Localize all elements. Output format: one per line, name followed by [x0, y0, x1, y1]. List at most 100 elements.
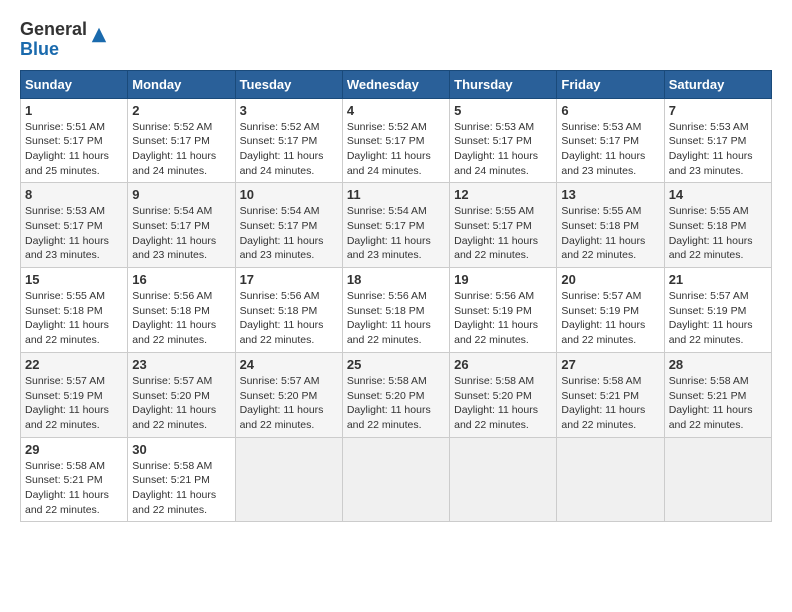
- day-number: 20: [561, 272, 659, 287]
- day-number: 27: [561, 357, 659, 372]
- calendar-cell: [342, 437, 449, 522]
- day-number: 3: [240, 103, 338, 118]
- calendar-header-row: SundayMondayTuesdayWednesdayThursdayFrid…: [21, 70, 772, 98]
- day-detail: Sunrise: 5:54 AMSunset: 5:17 PMDaylight:…: [240, 204, 338, 263]
- day-detail: Sunrise: 5:58 AMSunset: 5:21 PMDaylight:…: [669, 374, 767, 433]
- day-number: 26: [454, 357, 552, 372]
- day-number: 13: [561, 187, 659, 202]
- day-detail: Sunrise: 5:58 AMSunset: 5:20 PMDaylight:…: [347, 374, 445, 433]
- day-detail: Sunrise: 5:51 AMSunset: 5:17 PMDaylight:…: [25, 120, 123, 179]
- day-number: 18: [347, 272, 445, 287]
- day-number: 22: [25, 357, 123, 372]
- day-number: 17: [240, 272, 338, 287]
- calendar-cell: 19 Sunrise: 5:56 AMSunset: 5:19 PMDayligh…: [450, 268, 557, 353]
- calendar-cell: 18 Sunrise: 5:56 AMSunset: 5:18 PMDayligh…: [342, 268, 449, 353]
- day-detail: Sunrise: 5:53 AMSunset: 5:17 PMDaylight:…: [454, 120, 552, 179]
- calendar-cell: 28 Sunrise: 5:58 AMSunset: 5:21 PMDayligh…: [664, 352, 771, 437]
- day-detail: Sunrise: 5:58 AMSunset: 5:21 PMDaylight:…: [561, 374, 659, 433]
- calendar-cell: 16Sunrise: 5:56 AMSunset: 5:18 PMDayligh…: [128, 268, 235, 353]
- day-number: 25: [347, 357, 445, 372]
- header-cell-sunday: Sunday: [21, 70, 128, 98]
- header-cell-monday: Monday: [128, 70, 235, 98]
- day-detail: Sunrise: 5:57 AMSunset: 5:20 PMDaylight:…: [132, 374, 230, 433]
- day-detail: Sunrise: 5:55 AMSunset: 5:17 PMDaylight:…: [454, 204, 552, 263]
- header-cell-friday: Friday: [557, 70, 664, 98]
- logo-general-text: General: [20, 19, 87, 39]
- calendar-week-2: 8 Sunrise: 5:53 AMSunset: 5:17 PMDaylight…: [21, 183, 772, 268]
- day-detail: Sunrise: 5:52 AMSunset: 5:17 PMDaylight:…: [347, 120, 445, 179]
- logo: General Blue: [20, 20, 108, 60]
- header-cell-tuesday: Tuesday: [235, 70, 342, 98]
- calendar-cell: 7Sunrise: 5:53 AMSunset: 5:17 PMDaylight…: [664, 98, 771, 183]
- day-detail: Sunrise: 5:57 AMSunset: 5:19 PMDaylight:…: [669, 289, 767, 348]
- header: General Blue: [20, 20, 772, 60]
- day-detail: Sunrise: 5:54 AMSunset: 5:17 PMDaylight:…: [132, 204, 230, 263]
- day-detail: Sunrise: 5:57 AMSunset: 5:19 PMDaylight:…: [561, 289, 659, 348]
- calendar-cell: 14 Sunrise: 5:55 AMSunset: 5:18 PMDayligh…: [664, 183, 771, 268]
- day-number: 15: [25, 272, 123, 287]
- day-detail: Sunrise: 5:56 AMSunset: 5:19 PMDaylight:…: [454, 289, 552, 348]
- day-number: 23: [132, 357, 230, 372]
- calendar-cell: 17 Sunrise: 5:56 AMSunset: 5:18 PMDayligh…: [235, 268, 342, 353]
- day-detail: Sunrise: 5:57 AMSunset: 5:20 PMDaylight:…: [240, 374, 338, 433]
- calendar-cell: 3 Sunrise: 5:52 AMSunset: 5:17 PMDaylight…: [235, 98, 342, 183]
- day-detail: Sunrise: 5:57 AMSunset: 5:19 PMDaylight:…: [25, 374, 123, 433]
- calendar-cell: 29 Sunrise: 5:58 AMSunset: 5:21 PMDayligh…: [21, 437, 128, 522]
- day-detail: Sunrise: 5:58 AMSunset: 5:20 PMDaylight:…: [454, 374, 552, 433]
- calendar-cell: 10Sunrise: 5:54 AMSunset: 5:17 PMDayligh…: [235, 183, 342, 268]
- day-detail: Sunrise: 5:56 AMSunset: 5:18 PMDaylight:…: [347, 289, 445, 348]
- day-number: 4: [347, 103, 445, 118]
- day-detail: Sunrise: 5:53 AMSunset: 5:17 PMDaylight:…: [669, 120, 767, 179]
- day-detail: Sunrise: 5:52 AMSunset: 5:17 PMDaylight:…: [132, 120, 230, 179]
- calendar-cell: 12 Sunrise: 5:55 AMSunset: 5:17 PMDayligh…: [450, 183, 557, 268]
- logo-blue-text: Blue: [20, 39, 59, 59]
- day-detail: Sunrise: 5:55 AMSunset: 5:18 PMDaylight:…: [25, 289, 123, 348]
- day-detail: Sunrise: 5:54 AMSunset: 5:17 PMDaylight:…: [347, 204, 445, 263]
- calendar-cell: 2 Sunrise: 5:52 AMSunset: 5:17 PMDaylight…: [128, 98, 235, 183]
- calendar-week-3: 15 Sunrise: 5:55 AMSunset: 5:18 PMDayligh…: [21, 268, 772, 353]
- calendar-cell: 25 Sunrise: 5:58 AMSunset: 5:20 PMDayligh…: [342, 352, 449, 437]
- header-cell-wednesday: Wednesday: [342, 70, 449, 98]
- day-number: 12: [454, 187, 552, 202]
- day-number: 29: [25, 442, 123, 457]
- day-number: 30: [132, 442, 230, 457]
- calendar-cell: 5Sunrise: 5:53 AMSunset: 5:17 PMDaylight…: [450, 98, 557, 183]
- day-detail: Sunrise: 5:56 AMSunset: 5:18 PMDaylight:…: [240, 289, 338, 348]
- day-number: 11: [347, 187, 445, 202]
- calendar-cell: 24Sunrise: 5:57 AMSunset: 5:20 PMDayligh…: [235, 352, 342, 437]
- calendar-cell: 6Sunrise: 5:53 AMSunset: 5:17 PMDaylight…: [557, 98, 664, 183]
- day-detail: Sunrise: 5:52 AMSunset: 5:17 PMDaylight:…: [240, 120, 338, 179]
- day-detail: Sunrise: 5:58 AMSunset: 5:21 PMDaylight:…: [132, 459, 230, 518]
- day-number: 19: [454, 272, 552, 287]
- day-number: 28: [669, 357, 767, 372]
- calendar-cell: 11 Sunrise: 5:54 AMSunset: 5:17 PMDayligh…: [342, 183, 449, 268]
- calendar-week-5: 29 Sunrise: 5:58 AMSunset: 5:21 PMDayligh…: [21, 437, 772, 522]
- day-detail: Sunrise: 5:58 AMSunset: 5:21 PMDaylight:…: [25, 459, 123, 518]
- calendar-table: SundayMondayTuesdayWednesdayThursdayFrid…: [20, 70, 772, 523]
- calendar-cell: 1 Sunrise: 5:51 AMSunset: 5:17 PMDaylight…: [21, 98, 128, 183]
- calendar-cell: 26 Sunrise: 5:58 AMSunset: 5:20 PMDayligh…: [450, 352, 557, 437]
- day-number: 14: [669, 187, 767, 202]
- calendar-cell: 8 Sunrise: 5:53 AMSunset: 5:17 PMDaylight…: [21, 183, 128, 268]
- day-detail: Sunrise: 5:55 AMSunset: 5:18 PMDaylight:…: [561, 204, 659, 263]
- day-detail: Sunrise: 5:53 AMSunset: 5:17 PMDaylight:…: [25, 204, 123, 263]
- calendar-cell: 9Sunrise: 5:54 AMSunset: 5:17 PMDaylight…: [128, 183, 235, 268]
- calendar-cell: 22 Sunrise: 5:57 AMSunset: 5:19 PMDayligh…: [21, 352, 128, 437]
- day-detail: Sunrise: 5:56 AMSunset: 5:18 PMDaylight:…: [132, 289, 230, 348]
- day-number: 1: [25, 103, 123, 118]
- logo-icon: [90, 26, 108, 44]
- calendar-cell: 30 Sunrise: 5:58 AMSunset: 5:21 PMDayligh…: [128, 437, 235, 522]
- calendar-cell: 20 Sunrise: 5:57 AMSunset: 5:19 PMDayligh…: [557, 268, 664, 353]
- calendar-cell: [450, 437, 557, 522]
- day-number: 6: [561, 103, 659, 118]
- calendar-cell: 27 Sunrise: 5:58 AMSunset: 5:21 PMDayligh…: [557, 352, 664, 437]
- day-detail: Sunrise: 5:55 AMSunset: 5:18 PMDaylight:…: [669, 204, 767, 263]
- day-number: 2: [132, 103, 230, 118]
- day-number: 8: [25, 187, 123, 202]
- calendar-body: 1 Sunrise: 5:51 AMSunset: 5:17 PMDaylight…: [21, 98, 772, 522]
- calendar-cell: 13 Sunrise: 5:55 AMSunset: 5:18 PMDayligh…: [557, 183, 664, 268]
- calendar-cell: [664, 437, 771, 522]
- calendar-cell: 15 Sunrise: 5:55 AMSunset: 5:18 PMDayligh…: [21, 268, 128, 353]
- calendar-week-4: 22 Sunrise: 5:57 AMSunset: 5:19 PMDayligh…: [21, 352, 772, 437]
- header-cell-thursday: Thursday: [450, 70, 557, 98]
